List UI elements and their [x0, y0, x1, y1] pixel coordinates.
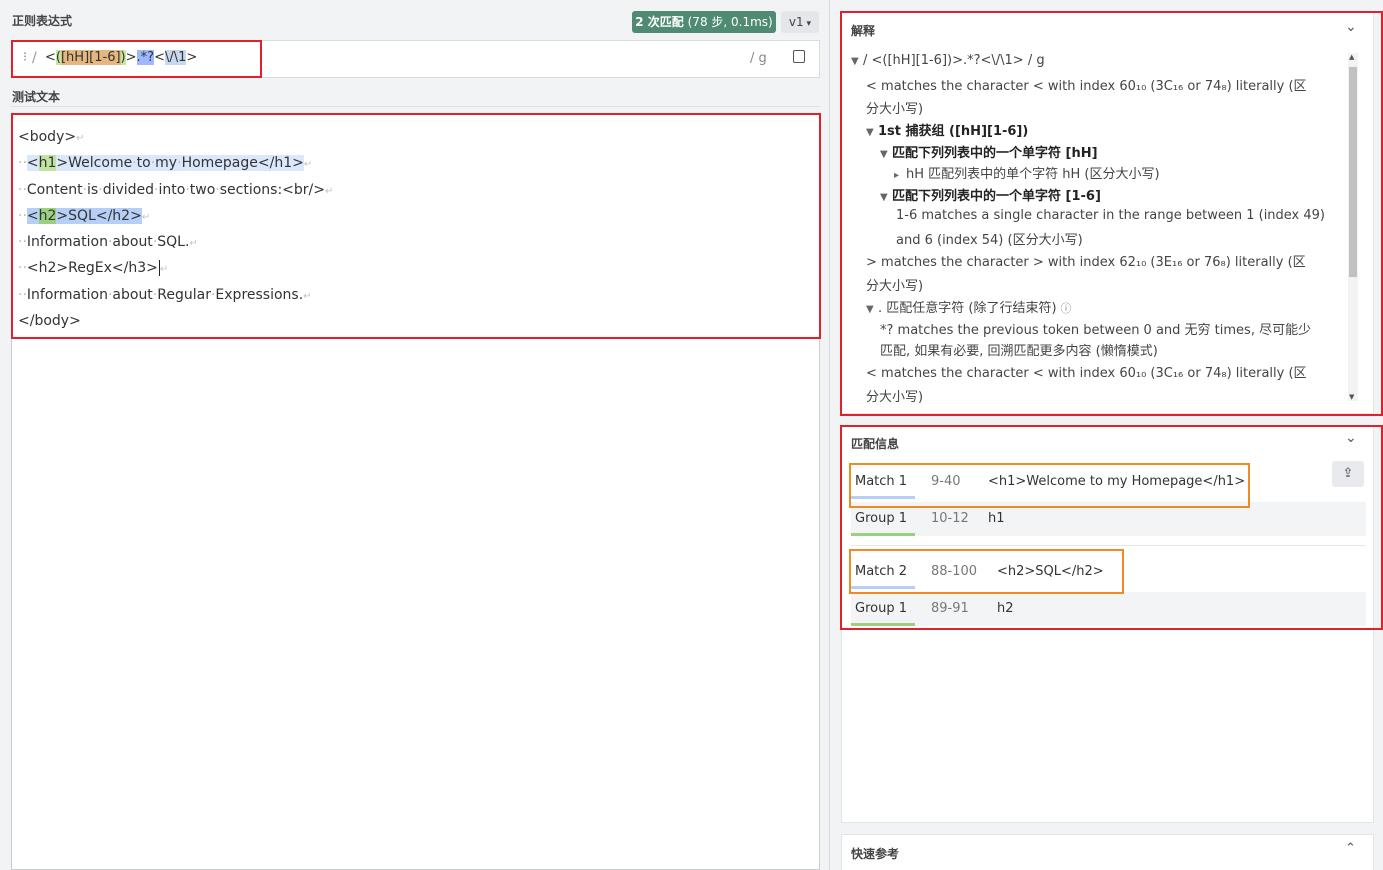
regex-input-box[interactable]: ⁝ / <([hH][1-6])>.*?<\/\1> / g	[11, 40, 820, 78]
expl-line: hH 匹配列表中的单个字符 hH (区分大小写)	[906, 167, 1160, 182]
test-section-title: 测试文本	[12, 90, 61, 104]
token-class-range: [1-6]	[89, 50, 121, 65]
match-range: 88-100	[931, 564, 978, 579]
match-value: <h2>SQL</h2>	[997, 564, 1104, 579]
match-info-title: 匹配信息	[851, 437, 900, 451]
regex-pattern[interactable]: <([hH][1-6])>.*?<\/\1>	[45, 50, 197, 65]
test-string-editor[interactable]: <body>↵ ··<h1>Welcome·to·my·Homepage</h1…	[11, 114, 820, 870]
match-underline	[851, 496, 915, 499]
expl-class-item[interactable]: ▸ hH 匹配列表中的单个字符 hH (区分大小写)	[894, 163, 1160, 182]
expl-line: . 匹配任意字符 (除了行结束符)	[878, 301, 1057, 316]
test-line-5: ··Information·about·SQL.↵	[18, 234, 198, 251]
match-underline	[851, 586, 915, 589]
help-icon[interactable]: ⓘ	[1061, 302, 1072, 315]
group-row-2[interactable]: Group 1 89-91 h2	[851, 592, 1366, 626]
version-label: v1	[788, 15, 804, 29]
group-range: 10-12	[931, 511, 969, 526]
divider	[11, 106, 820, 107]
match-label: Match 2	[855, 564, 908, 579]
regex101-app: 正则表达式 2 次匹配 (78 步, 0.1ms) v1 ▾ ⁝ / <([hH…	[0, 0, 1383, 870]
expl-line: 分大小写)	[866, 102, 924, 117]
expl-dot-node[interactable]: ▼. 匹配任意字符 (除了行结束符) ⓘ	[866, 297, 1072, 316]
scroll-up-icon[interactable]: ▲	[1349, 53, 1354, 61]
expl-line: 分大小写)	[866, 390, 924, 405]
test-line-6: ··<h2>RegEx</h3> ↵	[18, 260, 169, 277]
explanation-tree: ▼ / <([hH][1-6])>.*?<\/\1> / g < matches …	[851, 51, 1345, 407]
expl-line: > matches the character > with index 62₁…	[866, 255, 1306, 270]
drag-handle-icon[interactable]: ⁝	[23, 50, 27, 65]
line-text: </body>	[18, 313, 81, 330]
token-lt: <	[45, 50, 56, 65]
token-class-hH: [hH]	[60, 50, 90, 65]
group-range: 89-91	[931, 601, 969, 616]
expl-line-bold: 1st 捕获组 ([hH][1-6])	[878, 124, 1029, 139]
test-lines: <body>↵ ··<h1>Welcome·to·my·Homepage</h1…	[18, 125, 333, 333]
match-count-badge: 2 次匹配 (78 步, 0.1ms)	[632, 11, 776, 33]
explanation-panel: 解释 ⌄ ▲ ▼ ▼ / <([hH][1-6])>.*?<\/\1> / g <…	[841, 12, 1374, 414]
expl-class-node[interactable]: ▼ 匹配下列列表中的一个单字符 [hH]	[880, 142, 1098, 161]
line-text: <body>	[18, 129, 77, 145]
scrollbar-thumb[interactable]	[1349, 67, 1357, 277]
chevron-up-icon[interactable]: ⌃	[1345, 841, 1356, 856]
explanation-title: 解释	[851, 24, 876, 38]
test-line-7: ··Information·about·Regular·Expressions.…	[18, 286, 312, 303]
test-line-4: ··<h2>SQL</h2>↵	[18, 207, 151, 224]
group-underline	[851, 533, 915, 536]
chevron-down-icon[interactable]: ⌄	[1345, 430, 1357, 446]
group-value: h2	[997, 601, 1014, 616]
chevron-down-icon[interactable]: ⌄	[1345, 19, 1357, 35]
token-escaped-slash: \/	[164, 50, 174, 65]
column-divider[interactable]	[829, 0, 830, 870]
group-label: Group 1	[855, 601, 907, 616]
delimiter-open: /	[32, 50, 37, 66]
scroll-down-icon[interactable]: ▼	[1349, 393, 1354, 401]
test-line-2: ··<h1>Welcome·to·my·Homepage</h1>↵	[18, 155, 313, 172]
expl-line-bold: 匹配下列列表中的一个单字符 [1-6]	[892, 189, 1101, 204]
regex-section-title: 正则表达式	[12, 14, 73, 28]
token-backref: \1	[173, 50, 187, 65]
test-line-1: <body>↵	[18, 129, 85, 145]
token-gt: >	[125, 50, 137, 65]
expl-line: *? matches the previous token between 0 …	[880, 323, 1312, 338]
divider	[851, 545, 1366, 546]
match-range: 9-40	[931, 474, 961, 489]
group-label: Group 1	[855, 511, 907, 526]
group-underline	[851, 623, 915, 626]
expl-line: 分大小写)	[866, 279, 924, 294]
group-value: h1	[988, 511, 1005, 526]
token-lazy-dot: .*?	[136, 50, 155, 65]
token-gt-2: >	[186, 50, 198, 65]
quick-reference-panel: 快速参考 ⌃	[841, 834, 1374, 870]
expl-line: 1-6 matches a single character in the ra…	[896, 208, 1325, 223]
match-label: Match 1	[855, 474, 908, 489]
expl-range-node[interactable]: ▼ 匹配下列列表中的一个单字符 [1-6]	[880, 185, 1101, 204]
test-line-8: </body>	[18, 309, 333, 333]
expl-line-bold: 匹配下列列表中的一个单字符 [hH]	[892, 146, 1098, 161]
match-info-panel: 匹配信息 ⌄ ⇪ Match 1 9-40 <h1>Welcome to my …	[841, 425, 1374, 823]
scrollbar[interactable]: ▲ ▼	[1348, 53, 1358, 401]
expl-header[interactable]: ▼ / <([hH][1-6])>.*?<\/\1> / g	[851, 53, 1045, 68]
test-line-3: ··Content·is·divided·into·two·sections:<…	[18, 181, 334, 198]
regex-flags[interactable]: / g	[750, 51, 767, 66]
expl-line: 匹配, 如果有必要, 回溯匹配更多内容 (懒惰模式)	[880, 344, 1158, 359]
token-lt-2: <	[154, 50, 165, 65]
chevron-down-icon: ▾	[803, 19, 812, 29]
group-row-1[interactable]: Group 1 10-12 h1	[851, 502, 1366, 536]
match-badge-count: 2 次匹配	[635, 15, 684, 29]
match-row-1[interactable]: Match 1 9-40 <h1>Welcome to my Homepage<…	[851, 465, 1366, 499]
match-value: <h1>Welcome to my Homepage</h1>	[988, 474, 1246, 489]
match-badge-stats: (78 步, 0.1ms)	[687, 15, 773, 29]
expl-line: < matches the character < with index 60₁…	[866, 366, 1307, 381]
expl-group-node[interactable]: ▼ 1st 捕获组 ([hH][1-6])	[866, 120, 1028, 139]
match-row-2[interactable]: Match 2 88-100 <h2>SQL</h2>	[851, 555, 1366, 589]
expl-line: < matches the character < with index 60₁…	[866, 79, 1307, 94]
expl-header-pattern: / <([hH][1-6])>.*?<\/\1> / g	[863, 53, 1045, 68]
expl-line: and 6 (index 54) (区分大小写)	[896, 233, 1083, 248]
version-dropdown[interactable]: v1 ▾	[781, 11, 819, 33]
copy-icon[interactable]	[793, 50, 805, 63]
quick-reference-title: 快速参考	[851, 847, 900, 861]
